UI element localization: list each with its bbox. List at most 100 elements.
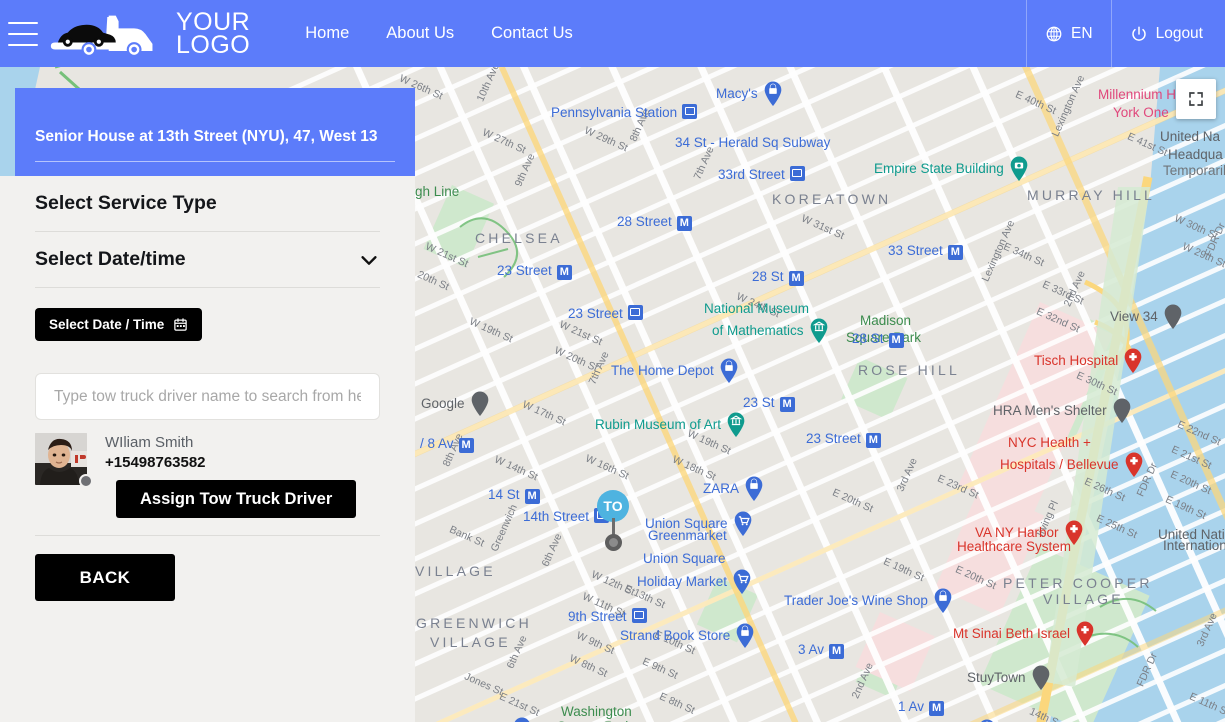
map-pin-icon [1124, 451, 1144, 478]
map-transit-icon: M [945, 241, 963, 260]
map-poi-label[interactable]: ZARA [703, 475, 764, 502]
app-root: CHELSEA KOREATOWN MURRAY HILL ROSE HILL PETE… [0, 0, 1225, 722]
map-poi-label[interactable]: 28 St M [852, 329, 904, 348]
map-poi-label[interactable]: 1 Av M [898, 697, 945, 716]
map-poi-label[interactable]: 28 St M [752, 267, 804, 286]
map-poi-label[interactable]: Rubin Museum of Art [595, 411, 746, 438]
map-poi-label[interactable]: York One [1113, 105, 1169, 120]
map-poi-label[interactable]: of Mathematics [712, 317, 829, 344]
logout-label: Logout [1155, 24, 1203, 42]
driver-info: WIliam Smith +15498763582 Assign Tow Tru… [105, 433, 357, 518]
map-transit-icon: M [826, 640, 845, 659]
map-poi-name: York One [1113, 105, 1169, 120]
map-poi-name: Mt Sinai Beth Israel [953, 626, 1071, 641]
map-poi-label[interactable]: NYC Health + [1008, 435, 1091, 450]
select-service-type-row[interactable]: Select Service Type [35, 176, 380, 232]
map-poi-label[interactable]: Headqua [1168, 147, 1223, 162]
map-poi-label[interactable]: The Home Depot [611, 357, 739, 384]
calendar-icon [174, 318, 188, 331]
pickup-address: Senior House at 13th Street (NYU), 47, W… [35, 128, 378, 145]
map-transit-icon [787, 166, 805, 182]
map-poi-label[interactable]: Millennium H [1098, 87, 1176, 102]
map-poi-name: Hospitals / Bellevue [1000, 457, 1119, 472]
map-poi-label[interactable]: Macy's [716, 80, 783, 107]
map-poi-label[interactable]: 33rd Street [718, 166, 805, 182]
map-poi-label[interactable]: 23 Street M [497, 261, 572, 280]
assign-tow-truck-driver-button[interactable]: Assign Tow Truck Driver [116, 480, 357, 518]
map-poi-label[interactable]: National Museum [704, 301, 809, 316]
map-poi-name: Trader Joe's Wine Shop [784, 593, 928, 608]
map-poi-name: 9th Street [568, 608, 627, 624]
map-poi-label[interactable]: Google [421, 390, 490, 417]
map-poi-label[interactable]: 8 StreetM [648, 718, 715, 722]
map-poi-name: 28 Street [617, 214, 672, 229]
select-date-time-button[interactable]: Select Date / Time [35, 308, 203, 341]
nav-item-about-us[interactable]: About Us [386, 24, 454, 43]
map-poi-name: 28 St [752, 269, 784, 284]
map-marker-to[interactable]: TO [597, 490, 629, 551]
map-poi-label[interactable]: Strand Book Store [620, 622, 755, 649]
map-poi-label[interactable]: 23 Street M [806, 429, 881, 448]
map-poi-label[interactable]: Trader Joe's Wine Shop [784, 587, 953, 614]
map-poi-label[interactable]: Target [934, 718, 997, 722]
map-pin-icon [1075, 620, 1095, 647]
map-poi-name: Headqua [1168, 147, 1223, 162]
map-pin-icon [809, 317, 829, 344]
nav-item-contact-us[interactable]: Contact Us [491, 24, 573, 43]
driver-search-input[interactable] [35, 373, 380, 420]
map-transit-icon: M [926, 697, 945, 716]
map-poi-label[interactable]: United Na [1160, 129, 1220, 144]
back-button[interactable]: BACK [35, 554, 175, 601]
panel-divider [35, 535, 380, 536]
map-poi-label[interactable]: Greenmarket [648, 528, 727, 543]
logout-button[interactable]: Logout [1110, 0, 1225, 67]
map-poi-label[interactable]: Mt Sinai Beth Israel [953, 620, 1095, 647]
map-pin-icon [470, 390, 490, 417]
map-pin-icon [763, 80, 783, 107]
map-pin-icon [977, 718, 997, 722]
map-pin-icon [512, 716, 532, 722]
brand-logo[interactable]: YOUR LOGO [48, 9, 250, 57]
map-poi-label[interactable]: 33 Street M [888, 241, 963, 260]
select-date-time-row[interactable]: Select Date/time [35, 232, 380, 288]
chevron-down-icon [361, 255, 377, 265]
map-transit-icon [679, 104, 698, 120]
map-poi-label[interactable]: Union Square [643, 551, 726, 566]
map-poi-label[interactable]: 23 St M [743, 393, 795, 412]
map-poi-name: 33rd Street [718, 166, 785, 182]
language-selector[interactable]: EN [1026, 0, 1111, 67]
map-poi-label[interactable]: 23 Street [568, 305, 643, 321]
hamburger-icon[interactable] [8, 21, 38, 46]
map-poi-name: Madison [860, 313, 912, 328]
map-poi-label[interactable]: International [1163, 538, 1225, 553]
map-poi-label[interactable]: Tisch Hospital [1034, 347, 1143, 374]
map-poi-label[interactable]: View 34 [1110, 303, 1183, 330]
map-poi-label[interactable]: StuyTown [967, 664, 1051, 691]
assign-button-label: Assign Tow Truck Driver [140, 489, 333, 508]
nav-item-home[interactable]: Home [305, 24, 349, 43]
map-poi-label[interactable]: Hospitals / Bellevue [1000, 451, 1144, 478]
map-poi-label[interactable]: Empire State Building [874, 155, 1029, 182]
map-poi-label[interactable]: Healthcare System [957, 539, 1071, 554]
map-poi-label[interactable]: Washington [561, 704, 632, 719]
map-poi-label[interactable]: Holiday Market [637, 568, 752, 595]
map-poi-label[interactable]: 34 St - Herald Sq Subway [675, 135, 830, 150]
map-poi-label[interactable]: 14 St M [488, 485, 540, 504]
driver-result-row[interactable]: WIliam Smith +15498763582 Assign Tow Tru… [35, 433, 380, 518]
map-poi-label[interactable]: HRA Men's Shelter [993, 397, 1132, 424]
map-poi-label[interactable]: Temporarily [1163, 163, 1225, 178]
map-pin-icon [733, 510, 753, 537]
map-poi-name: Tisch Hospital [1034, 353, 1119, 368]
map-poi-name: 14 St [488, 487, 520, 502]
map-poi-label[interactable]: / 8 Av M [420, 434, 474, 453]
map-poi-label[interactable]: gh Line [415, 184, 459, 199]
map-poi-label[interactable]: 28 Street M [617, 212, 692, 231]
brand-logo-text: YOUR LOGO [168, 9, 250, 57]
fullscreen-button[interactable] [1176, 79, 1216, 119]
map-poi-label[interactable]: Madison [860, 313, 911, 328]
tow-truck-icon [50, 15, 153, 57]
map-poi-label[interactable]: Comedy Cellar [418, 716, 532, 722]
map-poi-label[interactable]: Pennsylvania Station [551, 104, 698, 120]
map-poi-label[interactable]: 3 Av M [798, 640, 845, 659]
app-header: YOUR LOGO Home About Us Contact Us EN Lo… [0, 0, 1225, 67]
